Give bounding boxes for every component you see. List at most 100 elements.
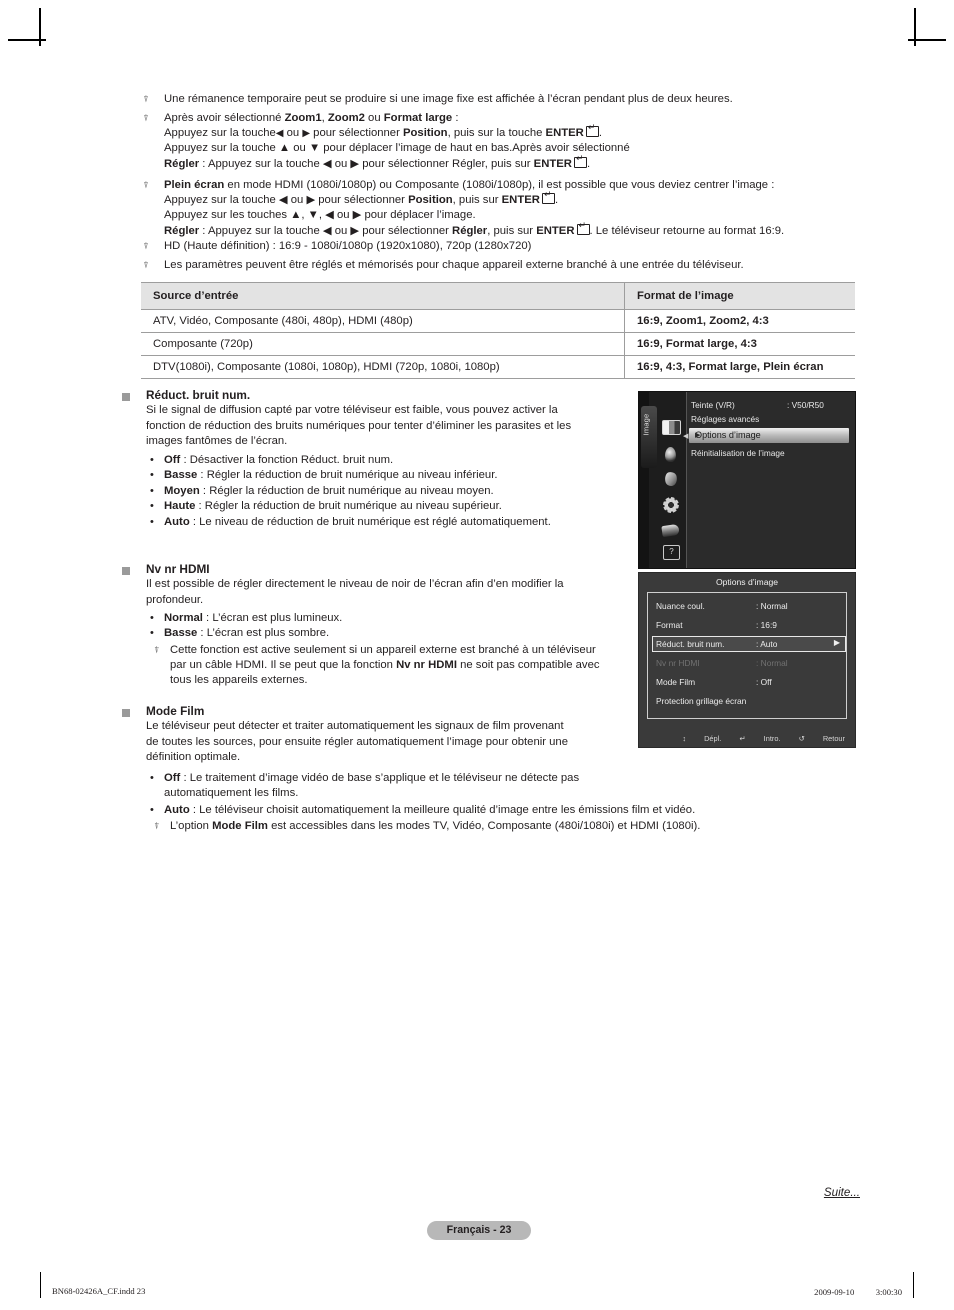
osd-row-teinte-value: : V50/R50 [787,400,824,410]
txt: ou [364,112,384,124]
bullet-dot-icon: • [150,611,154,624]
position-label: Position [403,127,448,140]
txt: . Le téléviseur retourne au format 16:9. [589,224,785,237]
table-row: DTV(1080i), Composante (1080i, 1080p), H… [141,355,855,379]
list-item-desc: : Régler la réduction de bruit numérique… [199,484,494,497]
section-body-line: images fantômes de l’écran. [146,434,288,447]
support-icon[interactable]: ? [663,545,680,560]
txt: , puis sur la touche [447,127,546,140]
print-file-name: BN68-02426A_CF.indd 23 [52,1286,146,1296]
section-body-line: Si le signal de diffusion capté par votr… [146,404,558,417]
note-zoom-line4: Régler : Appuyez sur la touche ◀ ou ▶ po… [164,154,864,172]
txt: pour sélectionner [310,127,403,140]
osd-rail-label: Image [641,413,651,436]
enter-label: ENTER [501,194,540,207]
list-item-term: Off [164,454,181,467]
osd-row-teinte[interactable]: Teinte (V/R) [691,400,735,410]
sound-icon[interactable] [665,447,676,462]
zoom1-label: Zoom1 [284,112,322,124]
list-item: • Normal : L’écran est plus lumineux. [150,611,622,626]
section-body-line: Il est possible de régler directement le… [146,578,564,591]
section-body-line: définition optimale. [146,750,241,763]
osd-row-reglages-avances[interactable]: Réglages avancés [691,414,759,424]
section-bullet-square [122,709,130,717]
footer-intro-label: Intro. [763,734,781,743]
txt: : [452,112,459,124]
list-item-desc: : L’écran est plus sombre. [197,627,330,640]
footer-retour-label: Retour [822,734,845,743]
position-label: Position [408,194,453,207]
osd-option-protection-grillage[interactable]: Protection grillage écran [656,696,746,706]
nv-nr-hdmi-label: Nv nr HDMI [396,659,457,672]
table-cell-source: ATV, Vidéo, Composante (480i, 480p), HDM… [141,309,625,333]
list-item-term: Off [164,772,181,785]
osd-selection-caret-icon: ◀ [683,433,689,440]
txt: , puis sur [487,224,537,237]
enter-key-icon [576,221,590,235]
list-item-note: ⍒ L’option Mode Film est accessibles dan… [154,819,852,834]
note-line: tous les appareils externes. [170,674,308,687]
picture-icon[interactable] [662,420,681,435]
txt: en mode HDMI (1080i/1080p) ou Composante… [224,179,775,191]
bullet-dot-icon: • [150,803,154,816]
table-header-format: Format de l’image [624,282,855,310]
section-body-line: fonction de réduction des bruits numériq… [146,419,572,432]
osd-option-mode-film[interactable]: Mode Film [656,677,695,687]
note-icon: ⍒ [143,94,149,104]
list-item-term: Normal [164,611,203,624]
osd-options-footer: ↕ Dépl. ↵ Intro. ↺ Retour [639,734,855,743]
footer-depl: ↕ Dépl. [682,734,722,743]
list-item-term: Basse [164,469,198,482]
continued-link: Suite... [823,1186,860,1199]
osd-option-nuance-coul[interactable]: Nuance coul. [656,601,705,611]
list-item: • Off : Le traitement d’image vidéo de b… [150,771,852,802]
footer-intro: ↵ Intro. [739,734,781,743]
note-icon: ⍒ [154,644,160,655]
osd-option-format-value: : 16:9 [756,620,777,630]
osd-option-reduct-bruit-num[interactable]: Réduct. bruit num. [656,639,724,649]
list-item-desc: : Le niveau de réduction de bruit numéri… [189,515,551,528]
list-item-desc: : Le téléviseur choisit automatiquement … [189,803,696,816]
note-icon: ⍒ [143,113,149,123]
input-icon[interactable] [661,523,680,538]
list-item: • Haute : Régler la réduction de bruit nu… [150,499,622,514]
list-item-term: Haute [164,500,196,513]
channel-icon[interactable] [663,470,679,488]
page-badge: Français - 23 [427,1221,531,1240]
osd-row-options-image-selected[interactable]: Options d’image ▶ [689,428,849,443]
chevron-right-icon: ▶ [695,432,701,439]
txt: ne soit pas compatible avec [456,659,600,672]
section-bullet-square [122,393,130,401]
section-title: Nv nr HDMI [146,562,210,576]
list-item: • Basse : Régler la réduction de bruit nu… [150,468,622,483]
note-fullscreen-block: Plein écran en mode HDMI (1080i/1080p) o… [164,178,864,239]
setup-icon[interactable] [664,498,678,512]
crop-mark-top-left-h [8,39,46,41]
txt: Appuyez sur la touche ◀ ou ▶ pour sélect… [164,194,409,207]
note-icon: ⍒ [143,241,149,251]
table-cell-format: 16:9, 4:3, Format large, Plein écran [624,355,855,379]
txt: Après avoir sélectionné [164,112,285,124]
osd-option-nv-nr-hdmi: Nv nr HDMI [656,658,700,668]
osd-option-format[interactable]: Format [656,620,683,630]
note-zoom-line1: Après avoir sélectionné Zoom1, Zoom2 ou … [164,111,864,126]
table-header-source: Source d’entrée [141,282,625,310]
note-icon: ⍒ [143,180,149,190]
txt: Appuyez sur la touche [164,127,276,140]
osd-row-reinitialisation[interactable]: Réinitialisation de l’image [691,448,785,458]
bullet-dot-icon: • [150,454,154,467]
table-cell-format: 16:9, Format large, 4:3 [624,332,855,356]
list-item-desc: : Le traitement d’image vidéo de base s’… [180,772,580,785]
table-cell-source: DTV(1080i), Composante (1080i, 1080p), H… [141,355,625,379]
regler-label: Régler [164,157,200,170]
table-cell-format: 16:9, Zoom1, Zoom2, 4:3 [624,309,855,333]
bullet-dot-icon: • [150,515,154,528]
bullet-dot-icon: • [150,484,154,497]
note-zoom-line2: Appuyez sur la touche◀ ou ▶ pour sélecti… [164,123,864,141]
bullet-dot-icon: • [150,469,154,482]
enter-label: ENTER [545,127,584,140]
note-text-afterimage: Une rémanence temporaire peut se produir… [164,93,733,105]
note-hd-text: HD (Haute définition) : 16:9 - 1080i/108… [164,240,532,252]
section-body-line: profondeur. [146,593,204,606]
note-icon: ⍒ [143,260,149,270]
